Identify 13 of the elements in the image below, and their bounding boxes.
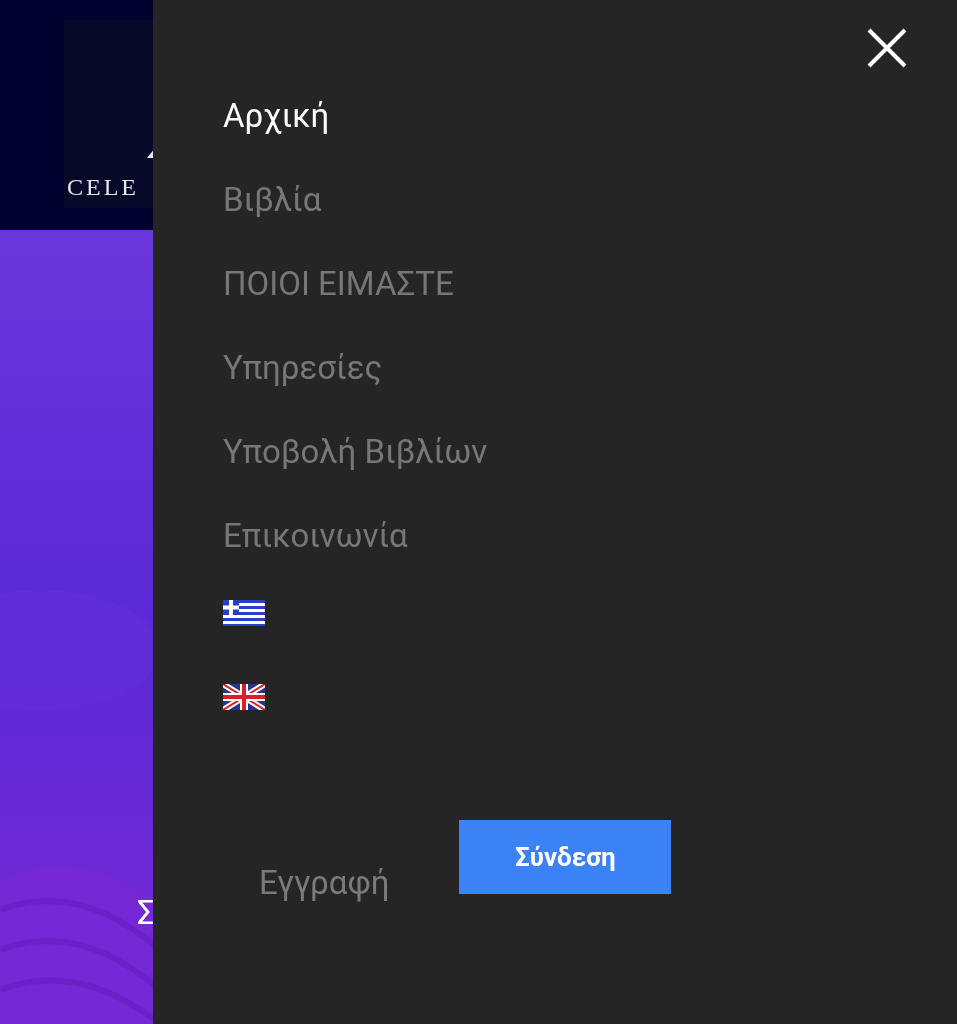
hero-heading: Σ: [137, 892, 157, 932]
menu-item[interactable]: Βιβλία: [223, 180, 322, 264]
menu-item[interactable]: Υπηρεσίες: [223, 348, 383, 432]
menu-item[interactable]: ΠΟΙΟΙ ΕΙΜΑΣΤΕ: [223, 264, 454, 348]
uk-flag-icon[interactable]: [223, 684, 265, 710]
logo-text: CELE: [67, 173, 139, 202]
close-icon[interactable]: [867, 28, 907, 68]
register-link[interactable]: Εγγραφή: [259, 863, 390, 903]
menu-item[interactable]: Υποβολή Βιβλίων: [223, 432, 488, 516]
menu-item[interactable]: Αρχική: [223, 96, 330, 180]
menu-item[interactable]: Επικοινωνία: [223, 516, 408, 600]
login-button[interactable]: Σύνδεση: [459, 820, 672, 894]
greek-flag-icon[interactable]: [223, 600, 265, 626]
